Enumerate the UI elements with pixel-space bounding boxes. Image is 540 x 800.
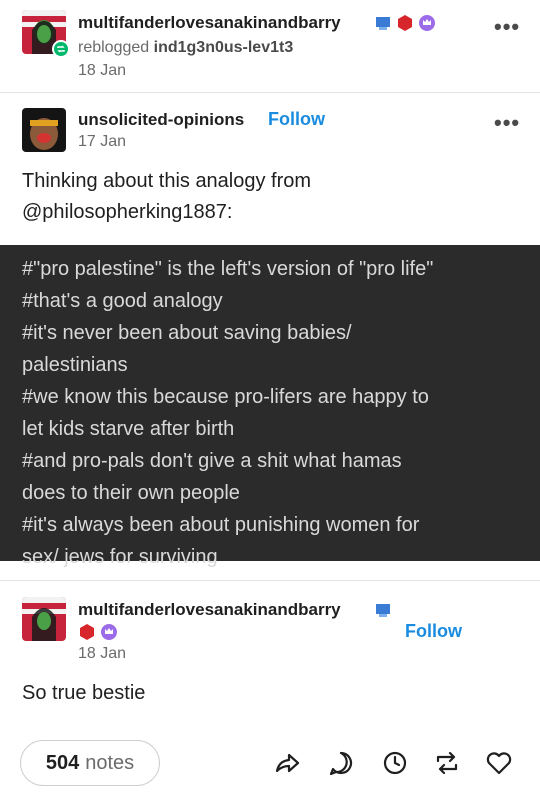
follow-reply-poster-button[interactable]: Follow (405, 621, 462, 642)
reblog-icon[interactable] (432, 748, 462, 778)
tags-block: #"pro palestine" is the left's version o… (0, 245, 540, 568)
history-icon[interactable] (380, 748, 410, 778)
reply-post-date[interactable]: 18 Jan (78, 645, 126, 663)
share-icon[interactable] (272, 748, 302, 778)
tag-text[interactable]: #that's a good analogy (22, 285, 518, 317)
header-divider (0, 92, 540, 93)
reblog-more-options-button[interactable]: ••• (494, 14, 520, 40)
reply-poster-badges-row2 (78, 623, 118, 641)
purple-crown-badge-icon (418, 14, 436, 32)
like-icon[interactable] (484, 748, 514, 778)
body-line-1: Thinking about this analogy from (22, 170, 312, 192)
post-more-options-button[interactable]: ••• (494, 110, 520, 136)
reblog-date[interactable]: 18 Jan (78, 62, 126, 80)
purple-crown-badge-icon (100, 623, 118, 641)
reply-poster-avatar[interactable] (22, 597, 66, 641)
red-hexagon-badge-icon (396, 14, 414, 32)
reply-poster-username[interactable]: multifanderlovesanakinandbarry (78, 600, 341, 620)
reply-icon[interactable] (326, 748, 356, 778)
reply-poster-badges (374, 601, 392, 619)
reblogger-badges (374, 14, 436, 32)
post-divider (0, 580, 540, 581)
body-line-2-mention[interactable]: @philosopherking1887: (22, 197, 311, 228)
pixel-badge-icon (374, 601, 392, 619)
original-poster-avatar[interactable] (22, 108, 66, 152)
reblog-source-user[interactable]: ind1g3n0us-lev1t3 (154, 39, 294, 56)
tag-text[interactable]: #"pro palestine" is the left's version o… (22, 253, 518, 285)
reblogged-label: reblogged (78, 39, 150, 56)
reblogger-username[interactable]: multifanderlovesanakinandbarry (78, 13, 341, 33)
tag-text[interactable]: let kids starve after birth (22, 413, 518, 445)
tag-text[interactable]: #it's always been about punishing women … (22, 509, 518, 541)
reblog-badge-icon (52, 40, 70, 58)
follow-original-poster-button[interactable]: Follow (268, 109, 325, 130)
original-poster-username[interactable]: unsolicited-opinions (78, 110, 244, 130)
notes-label: notes (85, 751, 135, 774)
tag-text[interactable]: #it's never been about saving babies/ (22, 317, 518, 349)
tag-text[interactable]: palestinians (22, 349, 518, 381)
original-post-body: Thinking about this analogy from @philos… (22, 166, 311, 228)
notes-button[interactable]: 504 notes (20, 740, 160, 786)
tag-text[interactable]: #and pro-pals don't give a shit what ham… (22, 445, 518, 477)
reply-post-body: So true bestie (22, 682, 146, 704)
reblog-source-line: reblogged ind1g3n0us-lev1t3 (78, 39, 293, 57)
pixel-badge-icon (374, 14, 392, 32)
notes-count: 504 (45, 751, 80, 774)
red-hexagon-badge-icon (78, 623, 96, 641)
original-post-date[interactable]: 17 Jan (78, 133, 126, 151)
tag-text[interactable]: #we know this because pro-lifers are hap… (22, 381, 518, 413)
tag-text[interactable]: does to their own people (22, 477, 518, 509)
tag-text[interactable]: sex/ jews for surviving (22, 541, 518, 573)
